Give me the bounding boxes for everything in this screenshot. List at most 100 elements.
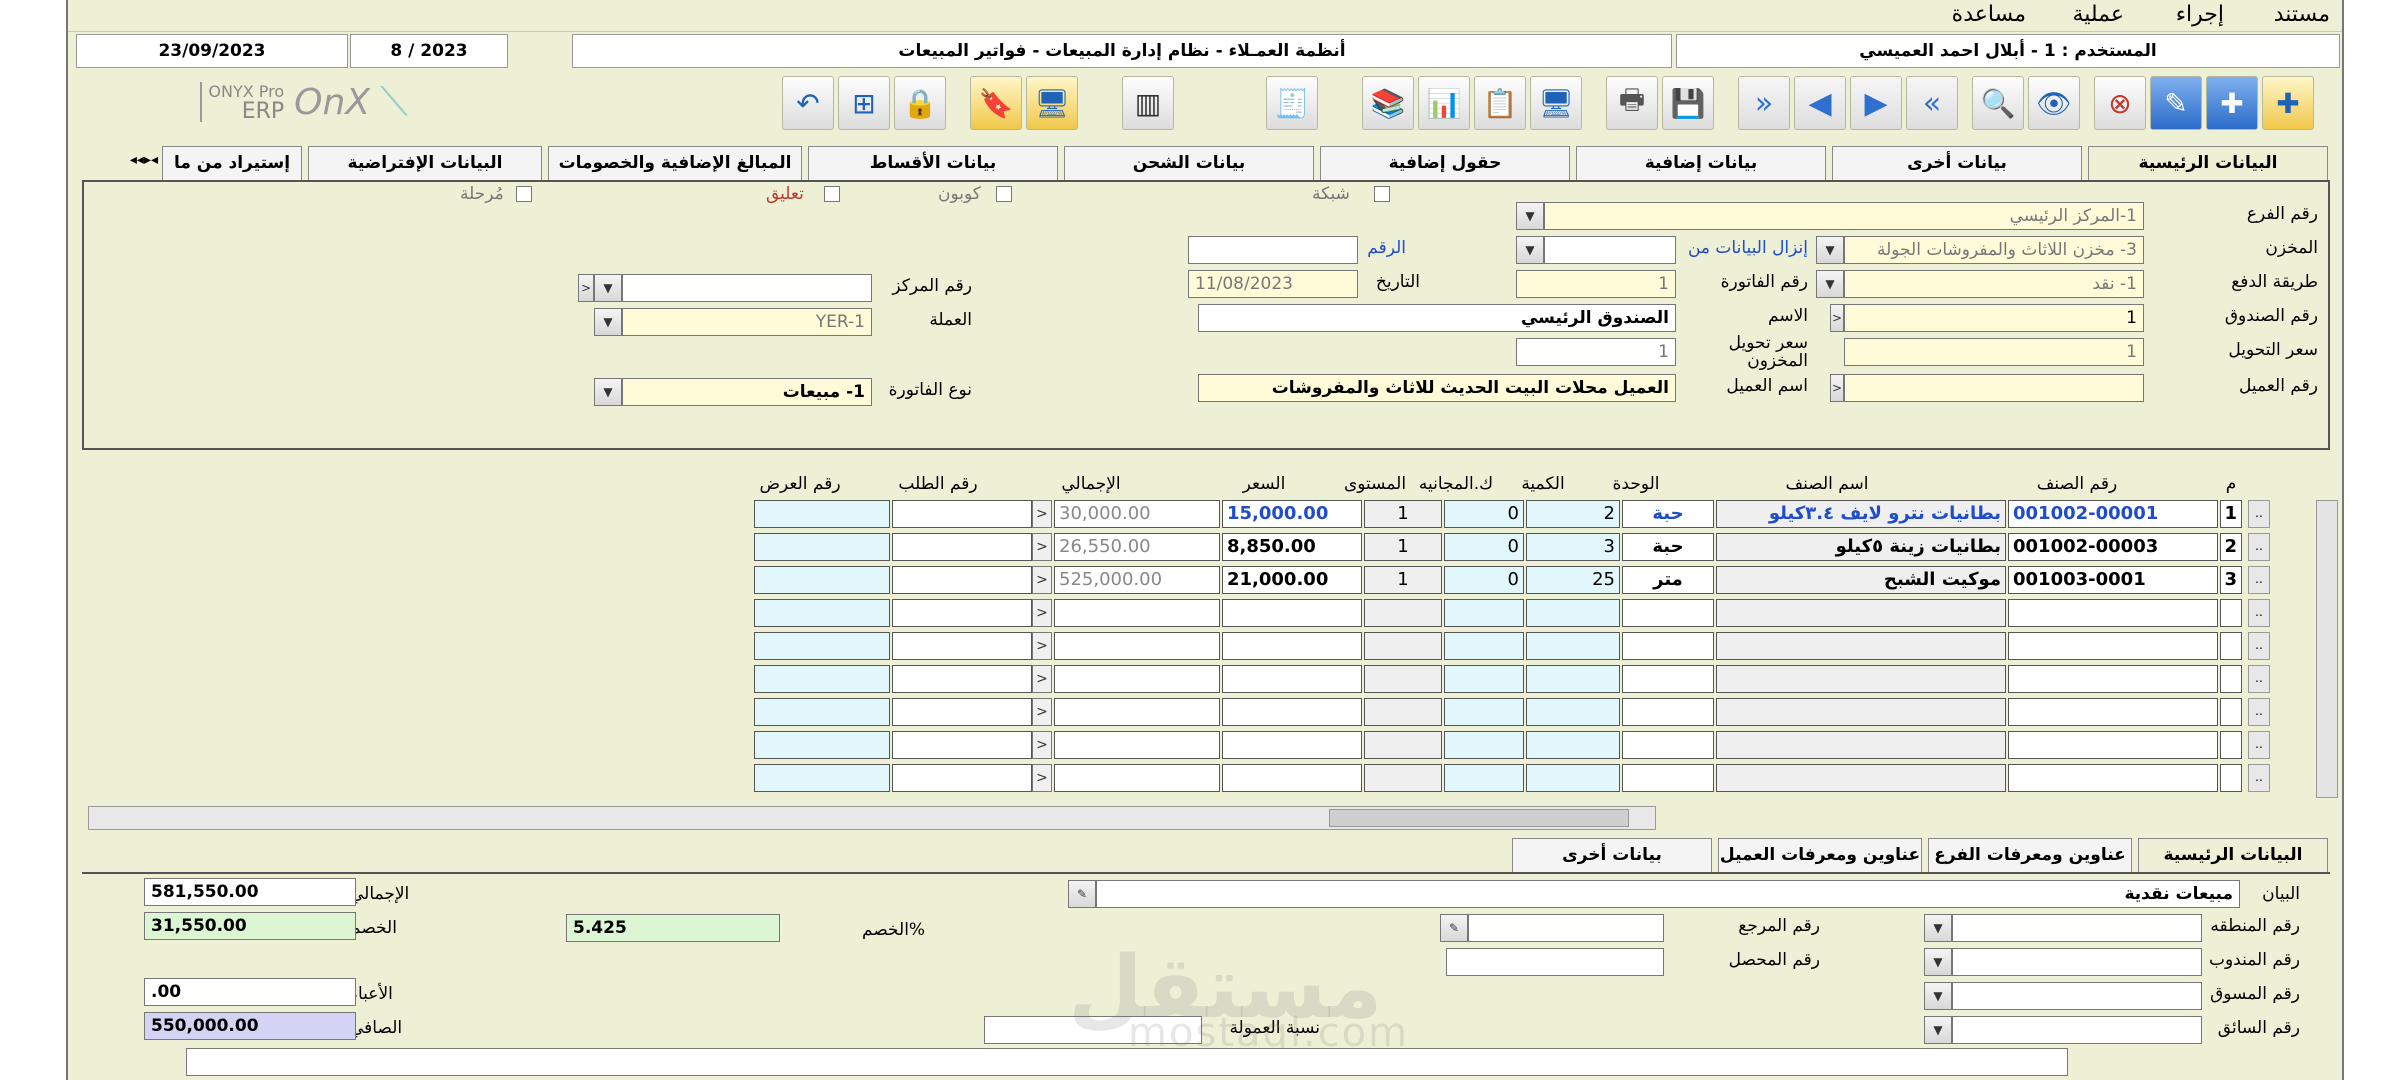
grid-cell-qty[interactable]	[1526, 764, 1620, 792]
grid-cell-code[interactable]	[2008, 665, 2218, 693]
grid-cell-offer[interactable]	[754, 566, 890, 594]
grid-cell-level[interactable]	[1364, 764, 1442, 792]
grid-cell-n[interactable]	[2220, 731, 2242, 759]
grid-cell-order[interactable]	[892, 764, 1032, 792]
row-select-button[interactable]: ..	[2248, 665, 2270, 693]
row-select-button[interactable]: ..	[2248, 731, 2270, 759]
grid-cell-total[interactable]: 26,550.00	[1054, 533, 1220, 561]
currency-dropdown[interactable]: ▼	[594, 308, 622, 336]
grid-cell-free[interactable]	[1444, 599, 1524, 627]
grid-cell-free[interactable]: 0	[1444, 500, 1524, 528]
branch-input[interactable]: 1-المركز الرئيسي	[1544, 202, 2144, 230]
marketer-dropdown[interactable]: ▼	[1924, 982, 1952, 1010]
grid-cell-price[interactable]	[1222, 698, 1362, 726]
grid-cell-n[interactable]	[2220, 665, 2242, 693]
grid-cell-code[interactable]	[2008, 632, 2218, 660]
grid-cell-name[interactable]	[1716, 632, 2006, 660]
grid-cell-qty[interactable]	[1526, 665, 1620, 693]
grid-cell-n[interactable]	[2220, 599, 2242, 627]
tab-bottom-other[interactable]: بيانات أخرى	[1512, 838, 1712, 872]
grid-cell-name[interactable]	[1716, 731, 2006, 759]
grid-horizontal-scrollbar[interactable]	[88, 806, 1656, 830]
grid-cell-qty[interactable]	[1526, 698, 1620, 726]
menu-action[interactable]: إجراء	[2176, 2, 2224, 27]
collector-input[interactable]	[1446, 948, 1664, 976]
grid-cell-free[interactable]	[1444, 698, 1524, 726]
grid-cell-unit[interactable]: حبة	[1622, 500, 1714, 528]
next-record-button[interactable]: ▶	[1850, 76, 1902, 130]
row-detail-arrow[interactable]: <	[1032, 599, 1052, 627]
invoice-type-input[interactable]: 1- مبيعات	[622, 378, 872, 406]
row-detail-arrow[interactable]: <	[1032, 665, 1052, 693]
grid-cell-offer[interactable]	[754, 764, 890, 792]
center-dropdown[interactable]: ▼	[594, 274, 622, 302]
grid-cell-name[interactable]: موكيت الشبح	[1716, 566, 2006, 594]
grid-cell-level[interactable]	[1364, 731, 1442, 759]
previous-record-button[interactable]: ◀	[1794, 76, 1846, 130]
grid-cell-n[interactable]	[2220, 764, 2242, 792]
attach-button[interactable]: 🖥	[1026, 76, 1078, 130]
grid-cell-total[interactable]: 525,000.00	[1054, 566, 1220, 594]
grid-cell-level[interactable]: 1	[1364, 500, 1442, 528]
transfer-rate-input[interactable]: 1	[1844, 338, 2144, 366]
payment-method-dropdown[interactable]: ▼	[1816, 270, 1844, 298]
grid-cell-order[interactable]	[892, 599, 1032, 627]
grid-cell-unit[interactable]	[1622, 698, 1714, 726]
ref-picker[interactable]: ✎	[1440, 914, 1468, 942]
grid-cell-level[interactable]	[1364, 599, 1442, 627]
grid-cell-code[interactable]: 001002-00003	[2008, 533, 2218, 561]
grid-cell-name[interactable]	[1716, 698, 2006, 726]
grid-cell-order[interactable]	[892, 566, 1032, 594]
payment-method-input[interactable]: 1- نقد	[1844, 270, 2144, 298]
region-input[interactable]	[1952, 914, 2202, 942]
grid-cell-offer[interactable]	[754, 665, 890, 693]
grid-cell-offer[interactable]	[754, 698, 890, 726]
grid-cell-offer[interactable]	[754, 533, 890, 561]
print-button[interactable]: 🖶	[1606, 76, 1658, 130]
box-number-input[interactable]: 1	[1844, 304, 2144, 332]
grid-cell-unit[interactable]	[1622, 599, 1714, 627]
number-input[interactable]	[1188, 236, 1358, 264]
row-detail-arrow[interactable]: <	[1032, 566, 1052, 594]
tree-button[interactable]: ⊞	[838, 76, 890, 130]
rep-input[interactable]	[1952, 948, 2202, 976]
center-prev-button[interactable]: <	[578, 274, 594, 302]
grid-cell-price[interactable]: 15,000.00	[1222, 500, 1362, 528]
menu-operation[interactable]: عملية	[2072, 2, 2124, 27]
client-number-arrow[interactable]: <	[1830, 374, 1844, 402]
grid-cell-qty[interactable]: 2	[1526, 500, 1620, 528]
row-select-button[interactable]: ..	[2248, 566, 2270, 594]
grid-cell-total[interactable]	[1054, 764, 1220, 792]
grid-cell-name[interactable]	[1716, 599, 2006, 627]
grid-cell-order[interactable]	[892, 665, 1032, 693]
statement-picker[interactable]: ✎	[1068, 880, 1096, 908]
statement-input[interactable]: مبيعات نقدية	[1096, 880, 2240, 908]
grid-cell-free[interactable]	[1444, 632, 1524, 660]
grid-cell-level[interactable]: 1	[1364, 533, 1442, 561]
report-button[interactable]: 📋	[1474, 76, 1526, 130]
search-button[interactable]: 🔍	[1972, 76, 2024, 130]
driver-dropdown[interactable]: ▼	[1924, 1016, 1952, 1044]
row-select-button[interactable]: ..	[2248, 599, 2270, 627]
grid-cell-order[interactable]	[892, 533, 1032, 561]
coupon-checkbox[interactable]	[996, 186, 1012, 202]
tab-additional-data[interactable]: بيانات إضافية	[1576, 146, 1826, 180]
grid-cell-level[interactable]	[1364, 665, 1442, 693]
menu-document[interactable]: مستند	[2274, 2, 2330, 27]
branch-dropdown[interactable]: ▼	[1516, 202, 1544, 230]
currency-input[interactable]: YER-1	[622, 308, 872, 336]
grid-cell-free[interactable]	[1444, 665, 1524, 693]
add-button[interactable]: ✚	[2206, 76, 2258, 130]
grid-cell-total[interactable]: 30,000.00	[1054, 500, 1220, 528]
row-select-button[interactable]: ..	[2248, 764, 2270, 792]
row-detail-arrow[interactable]: <	[1032, 764, 1052, 792]
tab-shipping-data[interactable]: بيانات الشحن	[1064, 146, 1314, 180]
grid-cell-total[interactable]	[1054, 731, 1220, 759]
grid-cell-name[interactable]: بطانيات نترو لايف ٣.٤كيلو	[1716, 500, 2006, 528]
grid-cell-price[interactable]: 21,000.00	[1222, 566, 1362, 594]
grid-cell-unit[interactable]	[1622, 764, 1714, 792]
grid-cell-total[interactable]	[1054, 698, 1220, 726]
grid-cell-total[interactable]	[1054, 632, 1220, 660]
grid-cell-code[interactable]: 001003-0001	[2008, 566, 2218, 594]
grid-cell-order[interactable]	[892, 731, 1032, 759]
